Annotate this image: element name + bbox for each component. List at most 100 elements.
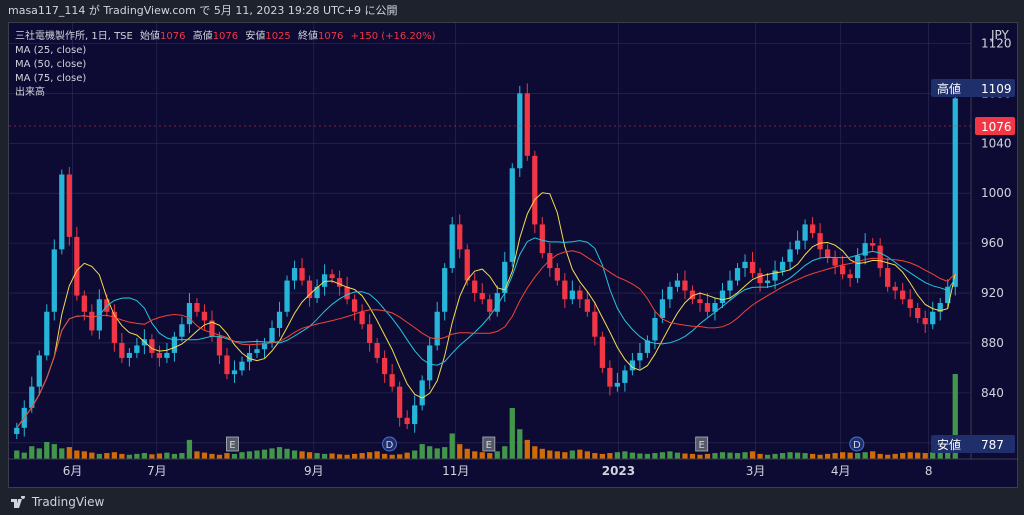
brand-name: TradingView <box>31 495 105 509</box>
chart-panel[interactable]: JPY 1120108010401000960920880840800 6月7月… <box>8 22 1019 489</box>
candle-body <box>186 303 193 325</box>
candle-body <box>442 268 448 312</box>
candle-body <box>51 249 57 312</box>
volume-bar <box>547 450 553 459</box>
event-label: D <box>386 440 394 451</box>
volume-bar <box>239 452 245 459</box>
low-marker-label: 安値 <box>937 437 961 452</box>
volume-bar <box>44 442 50 459</box>
candle-body <box>374 342 380 358</box>
price-tick-label: 1040 <box>981 136 1012 150</box>
time-label: 6月 <box>63 464 83 478</box>
candle-body <box>599 336 606 368</box>
high-marker-label: 高値 <box>937 81 961 96</box>
volume-bar <box>667 451 673 459</box>
volume-bar <box>314 453 320 459</box>
volume-bar <box>682 453 688 459</box>
volume-bar <box>21 452 27 459</box>
candle-body <box>674 280 681 287</box>
volume-bar <box>119 453 125 459</box>
volume-bar <box>562 452 568 459</box>
legend-high-value: 1076 <box>213 31 238 42</box>
volume-bar <box>329 453 335 459</box>
volume-bar <box>194 451 200 459</box>
candle-body <box>554 268 560 281</box>
volume-bar <box>434 448 440 459</box>
volume-bar <box>479 452 485 459</box>
candle-body <box>839 265 846 275</box>
candle-body <box>622 370 628 383</box>
candle-body <box>562 280 568 300</box>
volume-bar <box>847 452 853 459</box>
candle-body <box>779 261 786 271</box>
volume-bar <box>216 454 223 459</box>
candle-body <box>614 382 621 387</box>
volume-bar <box>404 452 410 459</box>
candle-body <box>254 349 260 353</box>
candle-body <box>877 245 883 269</box>
legend-open-value: 1076 <box>160 31 185 42</box>
volume-bar <box>494 451 500 459</box>
candle-body <box>930 311 936 325</box>
candle-body <box>682 280 688 291</box>
volume-bar <box>59 448 65 459</box>
candle-body <box>59 174 65 250</box>
volume-bar <box>126 454 133 459</box>
volume-bar <box>81 451 87 459</box>
volume-bar <box>321 453 328 459</box>
volume-bar <box>291 450 298 459</box>
volume-bar <box>809 453 816 459</box>
volume-bar <box>306 452 313 459</box>
volume-bar <box>96 453 102 459</box>
candle-body <box>434 311 440 346</box>
brand[interactable]: TradingView <box>10 495 104 510</box>
candle-body <box>509 168 515 262</box>
legend-close-label: 終値 <box>298 29 318 42</box>
event-label: E <box>699 440 705 451</box>
ma75-line <box>16 250 956 429</box>
volume-bar <box>419 444 425 459</box>
volume-bar <box>231 453 238 459</box>
candle-body <box>321 274 328 287</box>
last-price-value: 1076 <box>981 120 1012 134</box>
volume-bar <box>89 452 95 459</box>
time-label: 2023 <box>602 464 635 478</box>
volume-bar <box>134 453 140 459</box>
volume-bar <box>457 444 463 459</box>
volume-bar <box>877 453 883 459</box>
volume-bar <box>51 444 57 459</box>
candle-body <box>952 98 958 287</box>
volume-bar <box>351 453 358 459</box>
candles <box>14 83 958 440</box>
time-label: 11月 <box>442 464 469 478</box>
legend-volume: 出来高 <box>15 85 45 98</box>
candle-body <box>81 295 87 312</box>
volume-bar <box>674 452 681 459</box>
candle-body <box>900 290 906 300</box>
candle-body <box>419 380 425 406</box>
candle-body <box>719 290 726 304</box>
candle-body <box>764 280 771 284</box>
candle-body <box>787 249 793 262</box>
candle-body <box>524 93 530 156</box>
volume-bar <box>269 448 275 459</box>
volume-bar <box>637 453 643 459</box>
time-label: 3月 <box>746 464 766 478</box>
volume-bar <box>712 453 718 459</box>
volume-bar <box>915 452 921 459</box>
volume-bar <box>824 453 831 459</box>
chart-svg[interactable]: JPY 1120108010401000960920880840800 6月7月… <box>9 23 1019 489</box>
event-label: E <box>229 440 235 451</box>
legend: 三社電機製作所, 1日, TSE 始値1076 高値1076 安値1025 終値… <box>15 29 436 98</box>
candle-body <box>314 286 320 299</box>
volume-bar <box>855 453 861 459</box>
volume-bar <box>412 450 418 459</box>
volume-bar <box>517 429 523 459</box>
candle-body <box>149 339 155 353</box>
price-tick-label: 1120 <box>981 36 1012 50</box>
volume-bar <box>472 451 478 459</box>
volume-bar <box>892 453 898 459</box>
legend-high-label: 高値 <box>193 29 213 42</box>
candle-body <box>607 367 613 387</box>
price-tick-label: 920 <box>981 286 1004 300</box>
